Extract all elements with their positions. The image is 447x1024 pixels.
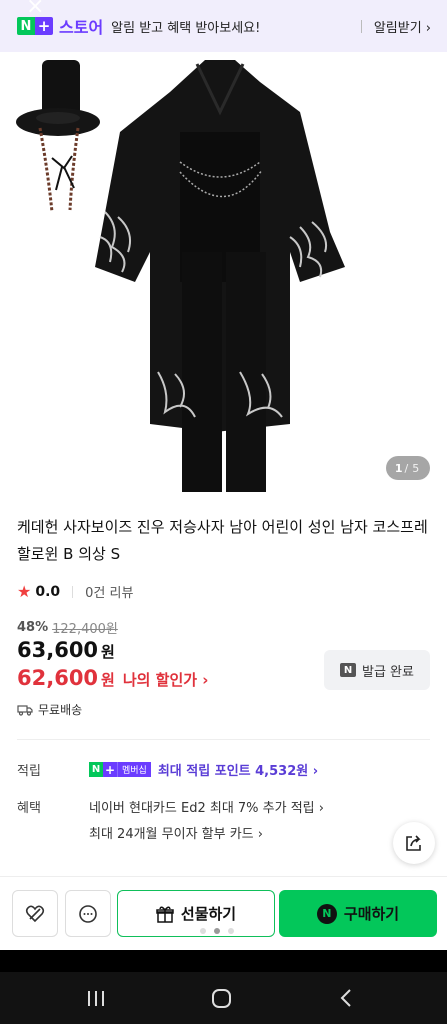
original-price: 122,400원	[52, 622, 118, 637]
page-indicator	[200, 928, 234, 934]
shipping-label: 무료배송	[38, 703, 83, 717]
image-total: 5	[412, 461, 420, 475]
wishlist-button[interactable]	[12, 890, 58, 937]
badge-plus: +	[103, 762, 117, 777]
rating-row[interactable]: ★ 0.0 0건 리뷰	[17, 582, 133, 601]
system-navigation-bar	[0, 972, 447, 1024]
chat-button[interactable]	[65, 890, 111, 937]
review-count[interactable]: 0건 리뷰	[85, 582, 133, 601]
my-price: 62,600	[17, 666, 99, 690]
max-points[interactable]: 최대 적립 포인트 4,532원 ›	[158, 760, 318, 779]
card-benefit-link[interactable]: 네이버 현대카드 Ed2 최대 7% 추가 적립 ›	[89, 797, 324, 816]
indicator-dot-active	[214, 928, 220, 934]
section-divider	[17, 739, 430, 740]
star-icon: ★	[17, 582, 32, 601]
back-icon[interactable]	[339, 988, 353, 1008]
points-label: 적립	[17, 764, 41, 779]
share-icon	[406, 835, 421, 851]
naver-plus-membership-badge: N + 멤버십	[89, 762, 151, 777]
installment-link[interactable]: 최대 24개월 무이자 할부 카드 ›	[89, 823, 263, 842]
notification-button[interactable]: 알림받기 ›	[360, 17, 431, 36]
image-current: 1	[394, 461, 403, 475]
robe-illustration	[95, 60, 345, 492]
image-counter: 1 / 5	[386, 456, 430, 480]
screen-gap	[0, 950, 447, 972]
home-icon[interactable]	[212, 989, 231, 1008]
logo-plus: +	[35, 17, 53, 35]
my-price-unit: 원	[101, 671, 115, 689]
points-row[interactable]: N + 멤버십 최대 적립 포인트 4,532원 ›	[89, 760, 318, 779]
discount-row: 48% 122,400원	[17, 618, 118, 637]
hat-illustration	[16, 60, 100, 213]
coupon-label: 발급 완료	[362, 664, 414, 680]
divider	[72, 585, 74, 598]
truck-icon	[17, 704, 33, 716]
rating-score: 0.0	[35, 583, 61, 600]
price-row: 63,600 원	[17, 638, 115, 662]
image-separator: /	[404, 461, 409, 475]
price-unit: 원	[101, 643, 115, 661]
recent-apps-icon[interactable]	[88, 991, 104, 1006]
share-button[interactable]	[393, 822, 435, 864]
product-title: 케데헌 사자보이즈 진우 저승사자 남아 어린이 성인 남자 코스프레 할로윈 …	[17, 518, 428, 563]
notification-label: 알림받기 ›	[373, 21, 431, 36]
discount-percent: 48%	[17, 620, 49, 635]
close-icon[interactable]: ×	[26, 0, 48, 18]
gift-label: 선물하기	[180, 905, 237, 923]
coupon-issued-button[interactable]: N 발급 완료	[324, 650, 430, 690]
banner-message: 알림 받고 혜택 받아보세요!	[111, 20, 261, 36]
bottom-action-bar: 선물하기 N 구매하기	[0, 876, 447, 950]
benefit-label: 혜택	[17, 801, 41, 816]
indicator-dot	[228, 928, 234, 934]
product-photo	[16, 60, 345, 492]
badge-n: N	[89, 762, 103, 777]
logo-n: N	[17, 17, 35, 35]
gift-icon	[156, 906, 174, 923]
tag-heart-icon	[25, 905, 45, 922]
buy-label: 구매하기	[343, 905, 400, 923]
chat-icon	[79, 904, 97, 923]
divider	[360, 20, 362, 33]
buy-button[interactable]: N 구매하기	[279, 890, 437, 937]
my-price-link[interactable]: 나의 할인가 ›	[123, 669, 209, 690]
naver-n-icon: N	[316, 903, 337, 924]
shipping-info: 무료배송	[17, 701, 82, 718]
gift-button[interactable]: 선물하기	[117, 890, 275, 937]
indicator-dot	[200, 928, 206, 934]
product-image[interactable]	[0, 52, 447, 500]
coupon-icon: N	[340, 663, 356, 677]
sale-price: 63,600	[17, 638, 99, 662]
store-label: 스토어	[59, 18, 104, 37]
app-banner: × N + 스토어 알림 받고 혜택 받아보세요! 알림받기 ›	[0, 0, 447, 52]
badge-membership: 멤버십	[117, 762, 151, 777]
my-price-row[interactable]: 62,600 원 나의 할인가 ›	[17, 666, 209, 690]
